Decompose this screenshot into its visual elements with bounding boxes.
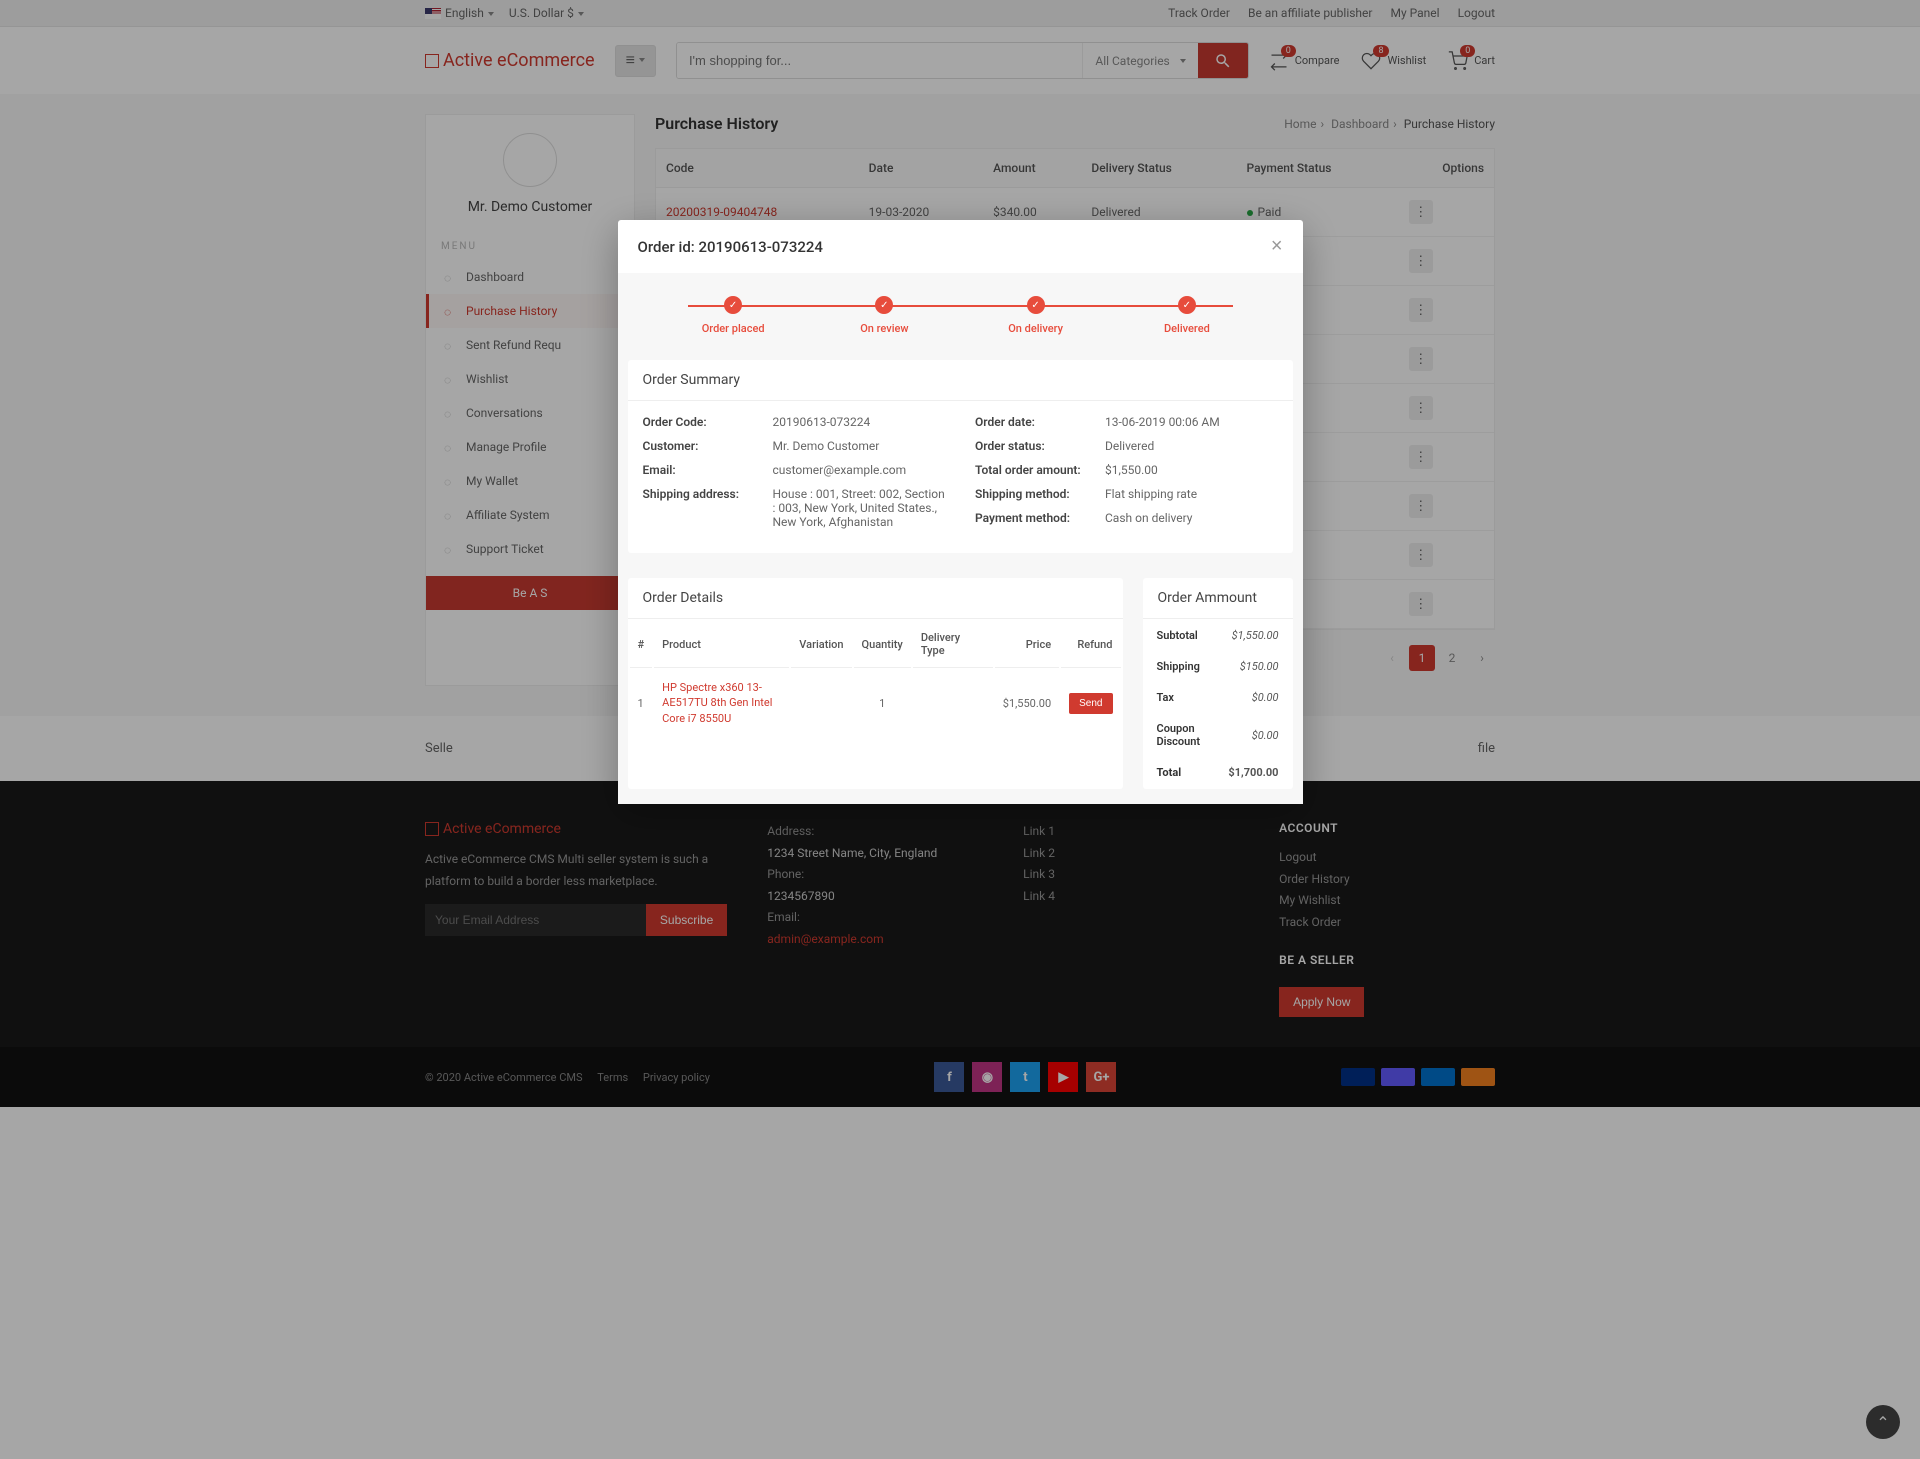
lbl-grandtotal: Total <box>1145 758 1215 787</box>
step-on-review: ✓ On review <box>809 296 960 335</box>
val-paymethod: Cash on delivery <box>1105 511 1278 525</box>
lbl-coupon: Coupon Discount <box>1145 714 1215 756</box>
dth-qty: Quantity <box>854 621 911 668</box>
val-shipaddr: House : 001, Street: 002, Section : 003,… <box>773 487 946 529</box>
lbl-total: Total order amount: <box>975 463 1105 477</box>
val-shipmethod: Flat shipping rate <box>1105 487 1278 501</box>
amount-title: Order Ammount <box>1143 578 1293 619</box>
lbl-shipmethod: Shipping method: <box>975 487 1105 501</box>
dth-product: Product <box>654 621 789 668</box>
cell-price: $1,550.00 <box>995 670 1059 736</box>
modal-title: Order id: 20190613-073224 <box>638 238 823 256</box>
cell-deltype <box>913 670 993 736</box>
dth-deltype: Delivery Type <box>913 621 993 668</box>
lbl-email: Email: <box>643 463 773 477</box>
step-label: Order placed <box>658 322 809 335</box>
lbl-customer: Customer: <box>643 439 773 453</box>
cell-qty: 1 <box>854 670 911 736</box>
step-label: On review <box>809 322 960 335</box>
lbl-order-code: Order Code: <box>643 415 773 429</box>
step-label: On delivery <box>960 322 1111 335</box>
step-order-placed: ✓ Order placed <box>658 296 809 335</box>
val-order-code: 20190613-073224 <box>773 415 946 429</box>
step-label: Delivered <box>1111 322 1262 335</box>
check-icon: ✓ <box>1178 296 1196 314</box>
detail-row: 1 HP Spectre x360 13-AE517TU 8th Gen Int… <box>630 670 1121 736</box>
val-customer: Mr. Demo Customer <box>773 439 946 453</box>
check-icon: ✓ <box>875 296 893 314</box>
lbl-tax: Tax <box>1145 683 1215 712</box>
lbl-paymethod: Payment method: <box>975 511 1105 525</box>
details-title: Order Details <box>628 578 1123 619</box>
lbl-status: Order status: <box>975 439 1105 453</box>
val-tax: $0.00 <box>1216 683 1290 712</box>
step-on-delivery: ✓ On delivery <box>960 296 1111 335</box>
modal-close-button[interactable]: × <box>1271 235 1283 258</box>
val-subtotal: $1,550.00 <box>1216 621 1290 650</box>
lbl-shipaddr: Shipping address: <box>643 487 773 529</box>
dth-n: # <box>630 621 653 668</box>
step-delivered: ✓ Delivered <box>1111 296 1262 335</box>
val-email: customer@example.com <box>773 463 946 477</box>
val-shipping: $150.00 <box>1216 652 1290 681</box>
summary-title: Order Summary <box>628 360 1293 401</box>
order-detail-modal: Order id: 20190613-073224 × ✓ Order place… <box>618 220 1303 804</box>
cell-n: 1 <box>630 670 653 736</box>
val-status: Delivered <box>1105 439 1278 453</box>
val-total: $1,550.00 <box>1105 463 1278 477</box>
val-orderdate: 13-06-2019 00:06 AM <box>1105 415 1278 429</box>
lbl-shipping: Shipping <box>1145 652 1215 681</box>
check-icon: ✓ <box>1027 296 1045 314</box>
check-icon: ✓ <box>724 296 742 314</box>
lbl-subtotal: Subtotal <box>1145 621 1215 650</box>
lbl-orderdate: Order date: <box>975 415 1105 429</box>
modal-overlay[interactable]: Order id: 20190613-073224 × ✓ Order place… <box>0 0 1920 1459</box>
refund-send-button[interactable]: Send <box>1069 693 1112 714</box>
val-grandtotal: $1,700.00 <box>1216 758 1290 787</box>
dth-variation: Variation <box>791 621 851 668</box>
cell-variation <box>791 670 851 736</box>
dth-refund: Refund <box>1061 621 1120 668</box>
product-link[interactable]: HP Spectre x360 13-AE517TU 8th Gen Intel… <box>662 681 772 725</box>
dth-price: Price <box>995 621 1059 668</box>
val-coupon: $0.00 <box>1216 714 1290 756</box>
